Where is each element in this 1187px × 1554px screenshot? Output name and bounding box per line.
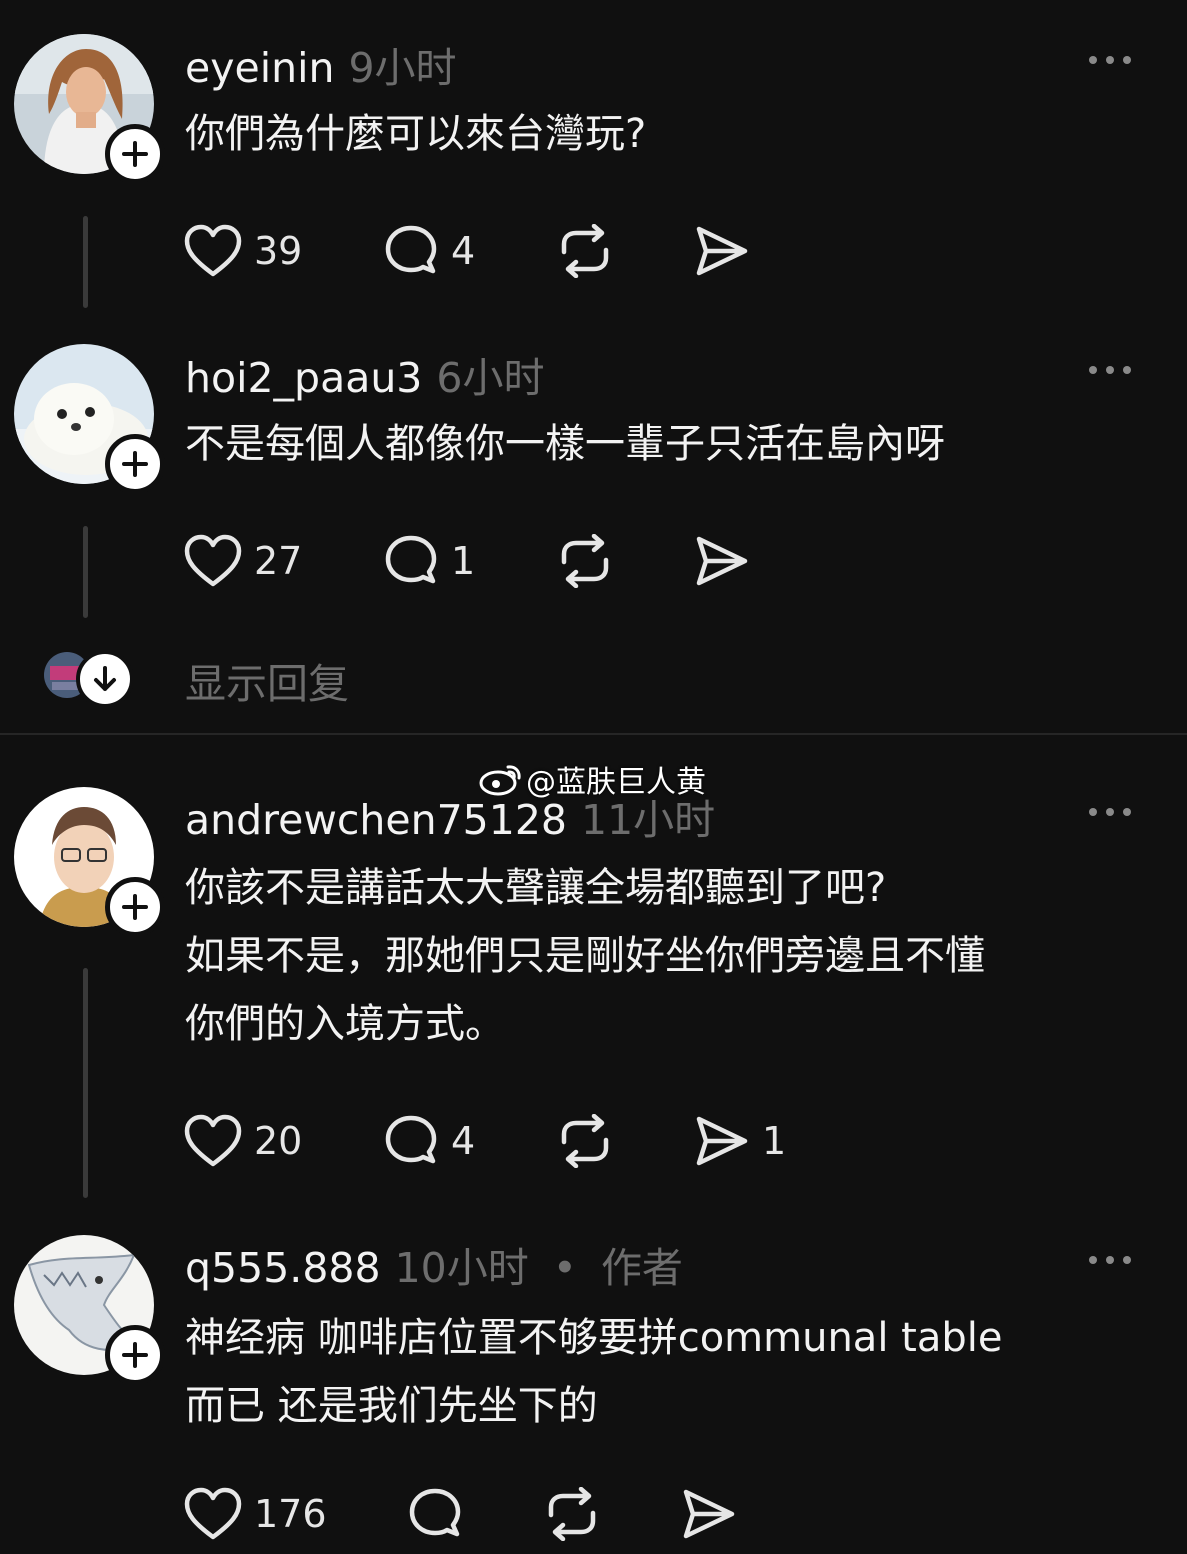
repost-icon: [548, 1487, 596, 1541]
send-icon: [696, 226, 748, 276]
thread-line: [83, 526, 88, 618]
heart-icon: [184, 224, 242, 277]
more-options-icon[interactable]: [1087, 1254, 1133, 1266]
watermark-text: @蓝肤巨人黄: [526, 765, 706, 800]
repost-button[interactable]: [556, 1114, 614, 1168]
comment-text: 神经病 咖啡店位置不够要拼communal table 而已 还是我们先坐下的: [185, 1304, 1002, 1440]
repost-icon: [561, 224, 609, 278]
reply-icon: [385, 535, 437, 584]
timestamp: 10小时: [394, 1244, 529, 1292]
comment-text: 你該不是講話太大聲讓全場都聽到了吧? 如果不是，那她們只是剛好坐你們旁邊且不懂 …: [185, 854, 985, 1058]
reply-button[interactable]: 4: [383, 1114, 475, 1168]
send-icon: [683, 1489, 735, 1539]
heart-icon: [184, 1487, 242, 1540]
comment-header: eyeinin 9小时: [185, 34, 457, 94]
expand-button[interactable]: [76, 650, 134, 708]
plus-icon: [122, 1342, 148, 1368]
divider: [0, 733, 1187, 735]
share-button[interactable]: 1: [694, 1114, 786, 1168]
comment-line: 而已 还是我们先坐下的: [185, 1383, 598, 1429]
send-icon: [696, 536, 748, 586]
show-replies-row[interactable]: 显示回复: [44, 648, 384, 708]
arrow-down-icon: [94, 666, 116, 691]
plus-icon: [122, 141, 148, 167]
comment-line: 你們的入境方式。: [185, 1001, 505, 1047]
share-count: 1: [762, 1119, 787, 1163]
like-button[interactable]: 176: [184, 1487, 327, 1541]
reply-icon: [385, 225, 437, 274]
repost-button[interactable]: [556, 224, 614, 278]
like-button[interactable]: 27: [184, 534, 302, 588]
reply-icon: [409, 1488, 461, 1537]
plus-icon: [122, 451, 148, 477]
like-count: 39: [254, 229, 303, 273]
repost-icon: [561, 1114, 609, 1168]
like-button[interactable]: 20: [184, 1114, 302, 1168]
like-button[interactable]: 39: [184, 224, 302, 278]
heart-icon: [184, 534, 242, 587]
comment-line: 如果不是，那她們只是剛好坐你們旁邊且不懂: [185, 933, 985, 979]
follow-button[interactable]: [105, 124, 165, 184]
like-count: 20: [254, 1119, 303, 1163]
send-icon: [696, 1116, 748, 1166]
show-replies-label[interactable]: 显示回复: [185, 650, 349, 710]
more-options-icon[interactable]: [1087, 54, 1133, 66]
follow-button[interactable]: [105, 877, 165, 937]
comment-line: 你該不是講話太大聲讓全場都聽到了吧?: [185, 865, 887, 911]
comment-text: 你們為什麼可以來台灣玩?: [185, 100, 646, 168]
repost-icon: [561, 534, 609, 588]
reply-icon: [385, 1115, 437, 1164]
username[interactable]: hoi2_paau3: [185, 354, 422, 402]
share-button[interactable]: [694, 224, 762, 278]
follow-button[interactable]: [105, 1325, 165, 1385]
timestamp: 9小时: [348, 44, 457, 92]
repost-button[interactable]: [543, 1487, 601, 1541]
reply-count: 4: [451, 1119, 476, 1163]
weibo-icon: [479, 765, 521, 796]
reply-button[interactable]: 1: [383, 534, 475, 588]
repost-button[interactable]: [556, 534, 614, 588]
heart-icon: [184, 1114, 242, 1167]
like-count: 27: [254, 539, 303, 583]
follow-button[interactable]: [105, 434, 165, 494]
more-options-icon[interactable]: [1087, 364, 1133, 376]
author-tag: 作者: [600, 1244, 683, 1292]
reply-count: 4: [451, 229, 476, 273]
comment-header: hoi2_paau3 6小时: [185, 344, 545, 404]
username[interactable]: q555.888: [185, 1244, 381, 1292]
username[interactable]: eyeinin: [185, 44, 334, 92]
thread-line: [83, 968, 88, 1198]
plus-icon: [122, 894, 148, 920]
thread-line: [83, 216, 88, 308]
like-count: 176: [254, 1492, 327, 1536]
comment-text: 不是每個人都像你一樣一輩子只活在島內呀: [185, 410, 945, 478]
comment-line: 神经病 咖啡店位置不够要拼communal table: [185, 1315, 1003, 1361]
watermark: @蓝肤巨人黄: [478, 757, 706, 801]
timestamp: 6小时: [436, 354, 545, 402]
comment-line: 你們為什麼可以來台灣玩?: [185, 111, 647, 157]
timestamp: 11小时: [581, 796, 716, 844]
separator-dot: •: [552, 1244, 577, 1292]
reply-count: 1: [451, 539, 476, 583]
username[interactable]: andrewchen75128: [185, 796, 567, 844]
comment-header: q555.888 10小时 • 作者: [185, 1234, 683, 1294]
reply-button[interactable]: [407, 1487, 475, 1541]
share-button[interactable]: [694, 534, 762, 588]
share-button[interactable]: [681, 1487, 749, 1541]
reply-button[interactable]: 4: [383, 224, 475, 278]
more-options-icon[interactable]: [1087, 806, 1133, 818]
comment-line: 不是每個人都像你一樣一輩子只活在島內呀: [185, 421, 945, 467]
